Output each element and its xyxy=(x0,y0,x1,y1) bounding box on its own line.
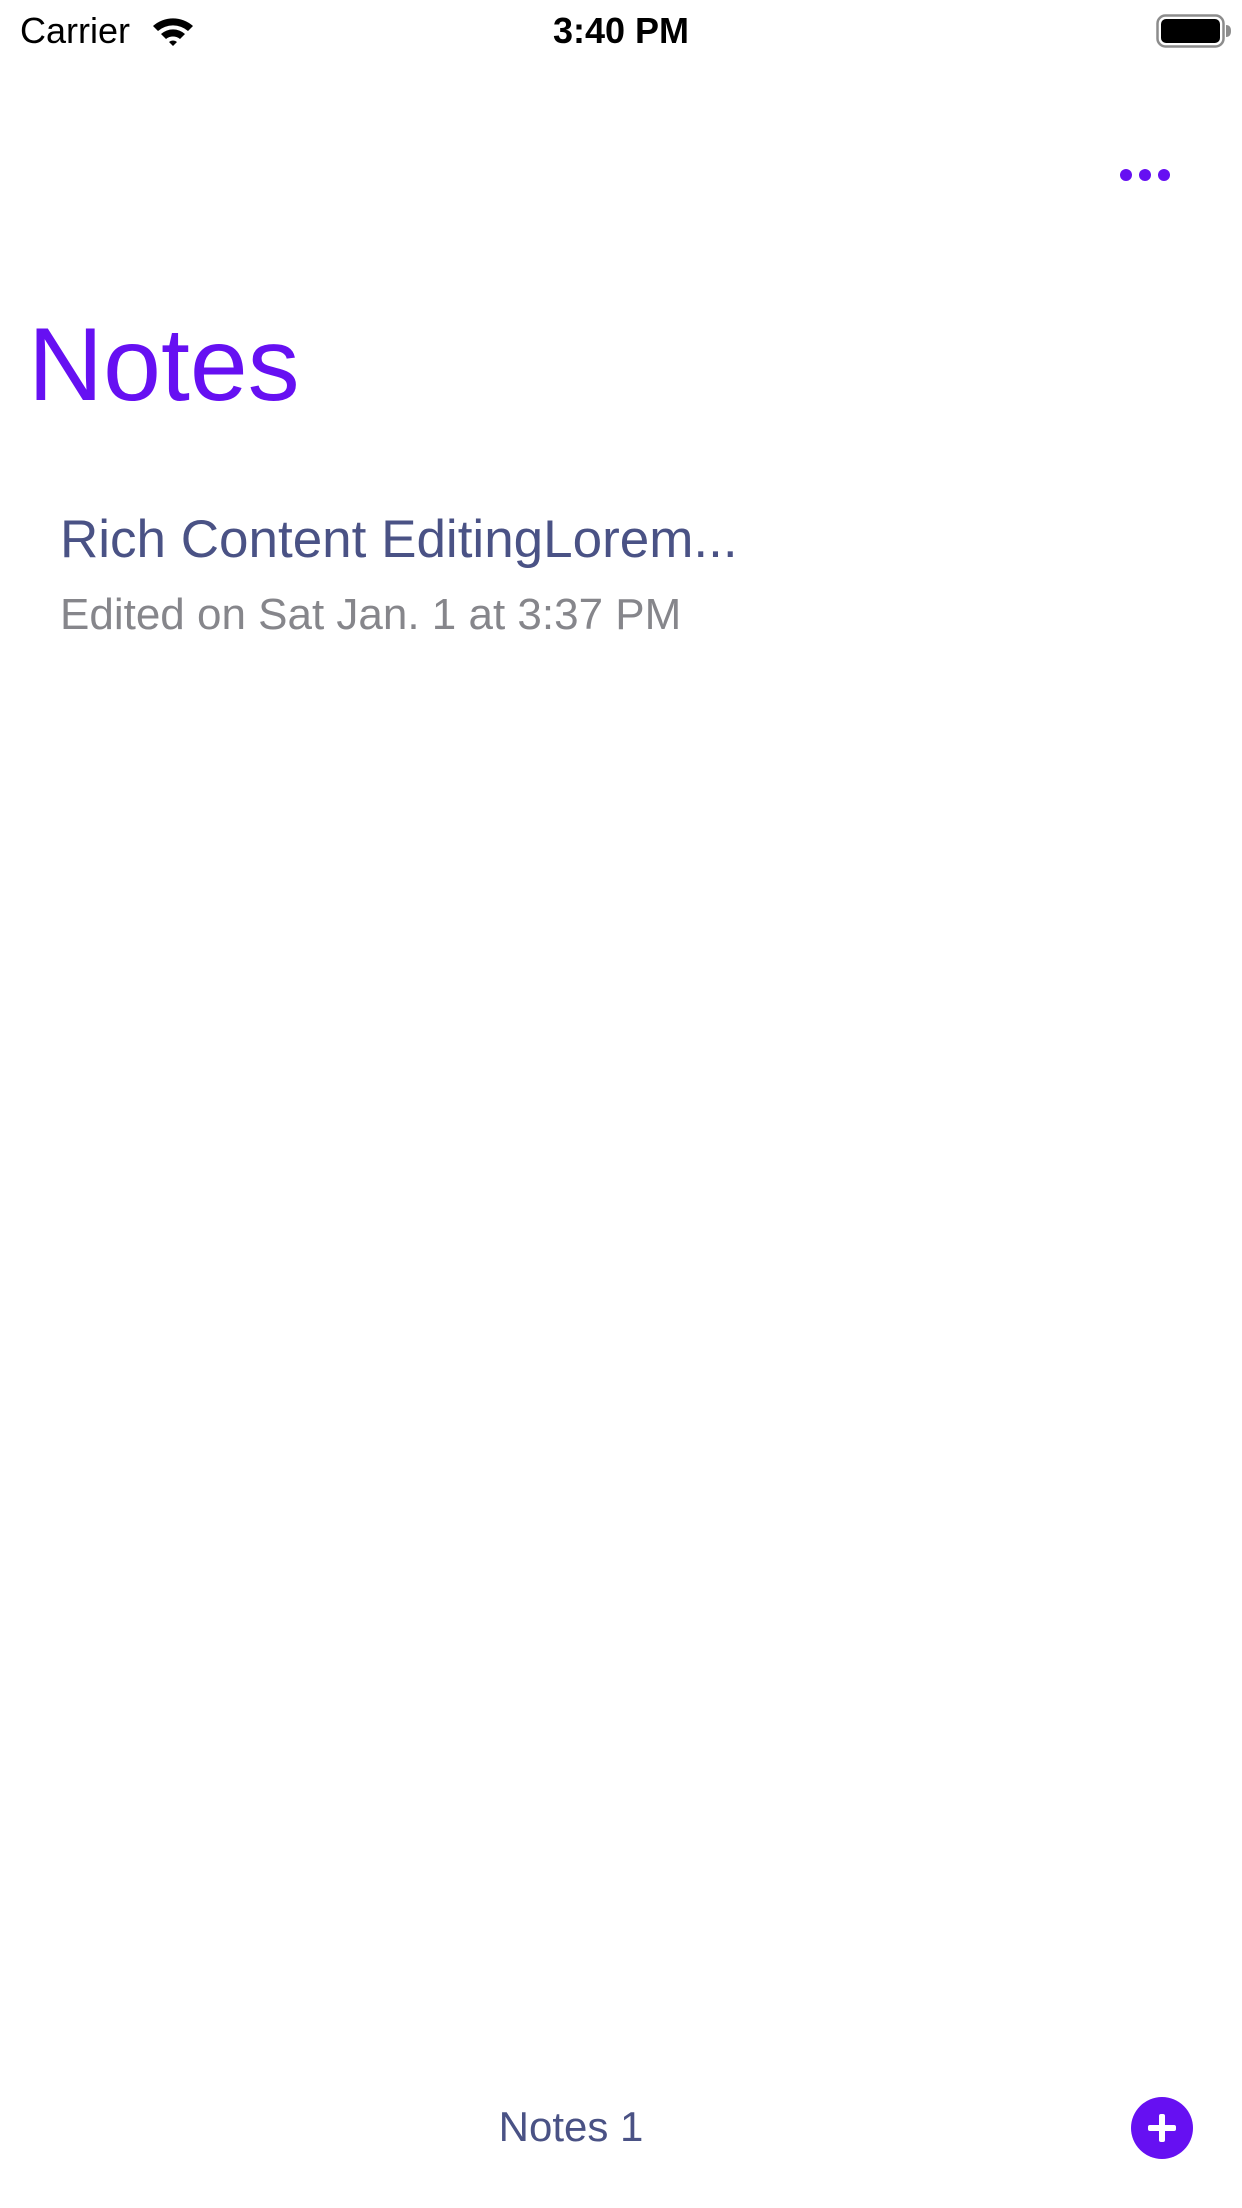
more-options-button[interactable] xyxy=(1110,150,1190,200)
ellipsis-icon xyxy=(1120,169,1170,181)
status-time: 3:40 PM xyxy=(552,10,690,51)
notes-count-label: Notes 1 xyxy=(498,2103,644,2150)
note-list-item[interactable]: Rich Content EditingLorem... Edited on S… xyxy=(0,508,1242,658)
battery-full-icon xyxy=(1156,14,1231,48)
note-edited-date: Edited on Sat Jan. 1 at 3:37 PM xyxy=(60,590,682,639)
note-title: Rich Content EditingLorem... xyxy=(60,510,738,569)
add-note-button[interactable] xyxy=(1131,2097,1193,2159)
plus-circle-icon xyxy=(1148,2114,1176,2142)
page-title: Notes xyxy=(28,307,300,423)
status-bar: Carrier 3:40 PM xyxy=(0,0,1242,62)
